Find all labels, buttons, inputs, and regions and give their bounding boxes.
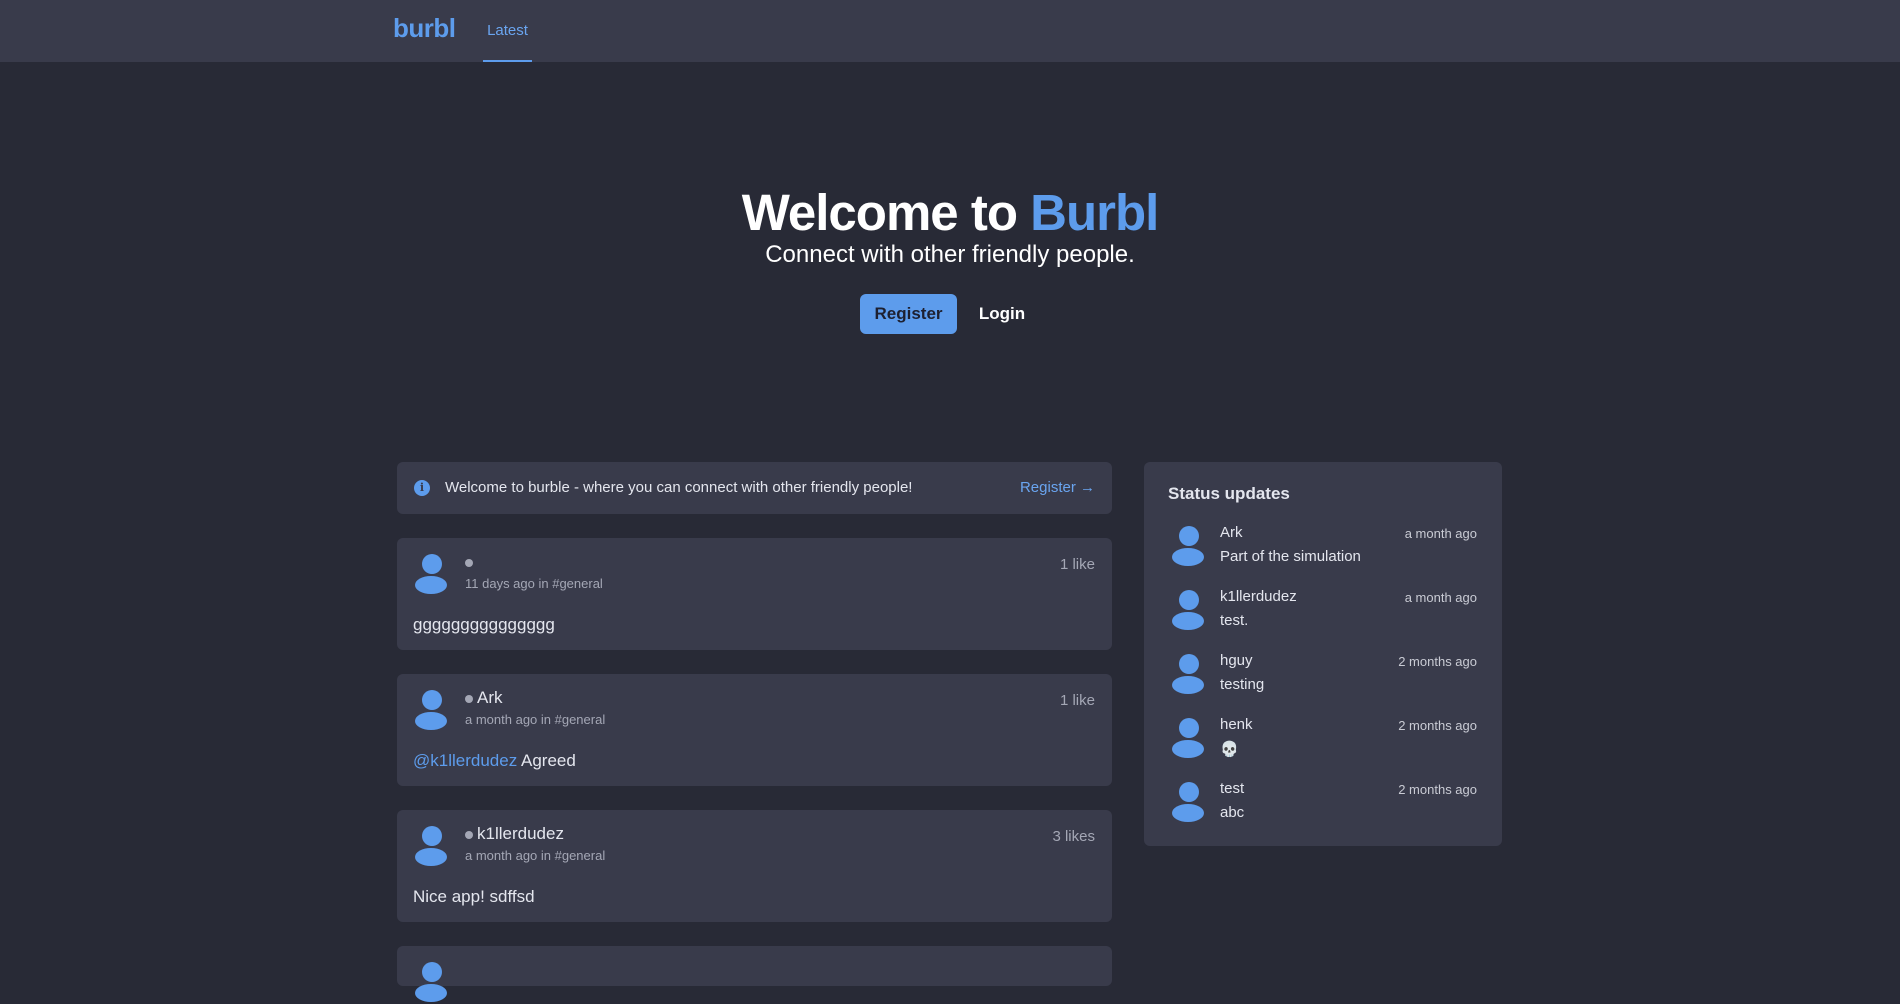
post-likes[interactable]: 1 like — [1060, 556, 1095, 573]
status-author[interactable]: test — [1220, 780, 1244, 797]
post-author[interactable]: k1llerdudez — [477, 824, 564, 844]
post-likes[interactable]: 1 like — [1060, 692, 1095, 709]
status-text: abc — [1220, 804, 1245, 821]
top-navbar: burbl Latest — [0, 0, 1900, 62]
hero-subtitle: Connect with other friendly people. — [765, 241, 1135, 268]
status-text: test. — [1220, 612, 1249, 629]
post-likes[interactable]: 3 likes — [1052, 828, 1095, 845]
post-text: ggggggggggggggg — [413, 615, 555, 634]
avatar[interactable] — [1171, 654, 1205, 696]
brand-logo[interactable]: burbl — [393, 13, 456, 44]
status-time: 2 months ago — [1398, 782, 1477, 797]
post-text: Agreed — [517, 751, 576, 770]
online-status-dot — [465, 559, 473, 567]
status-updates-title: Status updates — [1168, 484, 1290, 503]
login-button[interactable]: Login — [971, 294, 1033, 334]
avatar[interactable] — [414, 690, 448, 732]
post-author[interactable]: Ark — [477, 688, 503, 708]
status-updates-panel: Status updates Ark a month ago Part of t… — [1144, 462, 1502, 846]
post-meta: 11 days ago in #general — [465, 576, 603, 591]
status-text: 💀 — [1220, 741, 1239, 758]
status-author[interactable]: hguy — [1220, 652, 1253, 669]
avatar[interactable] — [414, 962, 448, 1004]
status-author[interactable]: henk — [1220, 716, 1253, 733]
post-card: k1llerdudez a month ago in #general 3 li… — [397, 810, 1112, 922]
post-meta: a month ago in #general — [465, 712, 606, 727]
tab-latest[interactable]: Latest — [483, 0, 532, 62]
post-content: ggggggggggggggg — [413, 615, 555, 635]
post-meta: a month ago in #general — [465, 848, 606, 863]
hero-title: Welcome to Burbl — [0, 183, 1900, 242]
status-item: henk 2 months ago 💀 — [1144, 716, 1502, 780]
avatar[interactable] — [414, 554, 448, 596]
banner-text: Welcome to burble - where you can connec… — [445, 479, 913, 496]
status-time: 2 months ago — [1398, 654, 1477, 669]
welcome-banner: i Welcome to burble - where you can conn… — [397, 462, 1112, 514]
banner-register-link[interactable]: Register → — [1020, 479, 1095, 496]
status-time: a month ago — [1404, 590, 1477, 605]
status-item: Ark a month ago Part of the simulation — [1144, 524, 1502, 588]
hero-title-prefix: Welcome to — [741, 184, 1031, 241]
post-card — [397, 946, 1112, 1002]
post-content: @k1llerdudez Agreed — [413, 751, 576, 771]
register-button[interactable]: Register — [860, 294, 957, 334]
status-time: a month ago — [1404, 526, 1477, 541]
info-icon: i — [414, 480, 430, 496]
status-item: k1llerdudez a month ago test. — [1144, 588, 1502, 652]
status-time: 2 months ago — [1398, 718, 1477, 733]
status-author[interactable]: k1llerdudez — [1220, 588, 1297, 605]
avatar[interactable] — [1171, 718, 1205, 760]
hero-title-accent: Burbl — [1030, 184, 1159, 241]
status-item: test 2 months ago abc — [1144, 780, 1502, 844]
status-author[interactable]: Ark — [1220, 524, 1243, 541]
status-text: Part of the simulation — [1220, 548, 1361, 565]
avatar[interactable] — [1171, 590, 1205, 632]
post-text: Nice app! sdffsd — [413, 887, 535, 906]
avatar[interactable] — [414, 826, 448, 868]
post-card: Ark a month ago in #general 1 like @k1ll… — [397, 674, 1112, 786]
status-text: testing — [1220, 676, 1265, 693]
post-mention[interactable]: @k1llerdudez — [413, 751, 517, 770]
online-status-dot — [465, 831, 473, 839]
post-card: 11 days ago in #general 1 like ggggggggg… — [397, 538, 1112, 650]
online-status-dot — [465, 695, 473, 703]
status-item: hguy 2 months ago testing — [1144, 652, 1502, 716]
avatar[interactable] — [1171, 526, 1205, 568]
post-content: Nice app! sdffsd — [413, 887, 535, 907]
avatar[interactable] — [1171, 782, 1205, 824]
